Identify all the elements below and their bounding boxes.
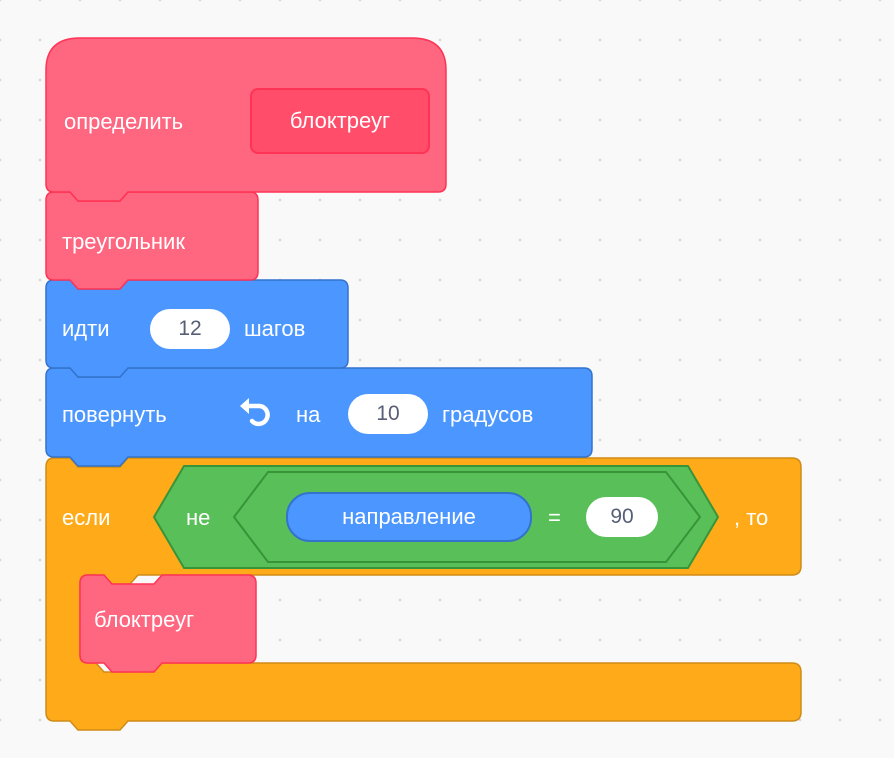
move-label: идти xyxy=(62,316,110,341)
rotate-left-icon xyxy=(240,398,270,427)
inner-call-label: блоктреуг xyxy=(94,607,195,632)
not-label: не xyxy=(186,505,211,530)
degrees-unit-label: градусов xyxy=(442,402,534,427)
degrees-input[interactable]: 10 xyxy=(348,394,428,434)
compare-value-input[interactable]: 90 xyxy=(586,497,658,537)
equals-sign-label: = xyxy=(548,505,561,530)
define-argument-block[interactable]: блоктреуг xyxy=(250,88,430,154)
then-label: , то xyxy=(734,505,769,530)
turn-on-label: на xyxy=(296,402,321,427)
if-label: если xyxy=(62,505,111,530)
turn-label: повернуть xyxy=(62,402,167,427)
triangle-call-label: треугольник xyxy=(62,229,185,254)
define-label: определить xyxy=(64,109,184,134)
steps-unit-label: шагов xyxy=(244,316,306,341)
direction-reporter[interactable]: направление xyxy=(286,492,532,542)
steps-input[interactable]: 12 xyxy=(150,309,230,349)
scripts-workspace[interactable]: определить блоктреуг треугольник идти 12… xyxy=(0,0,894,758)
